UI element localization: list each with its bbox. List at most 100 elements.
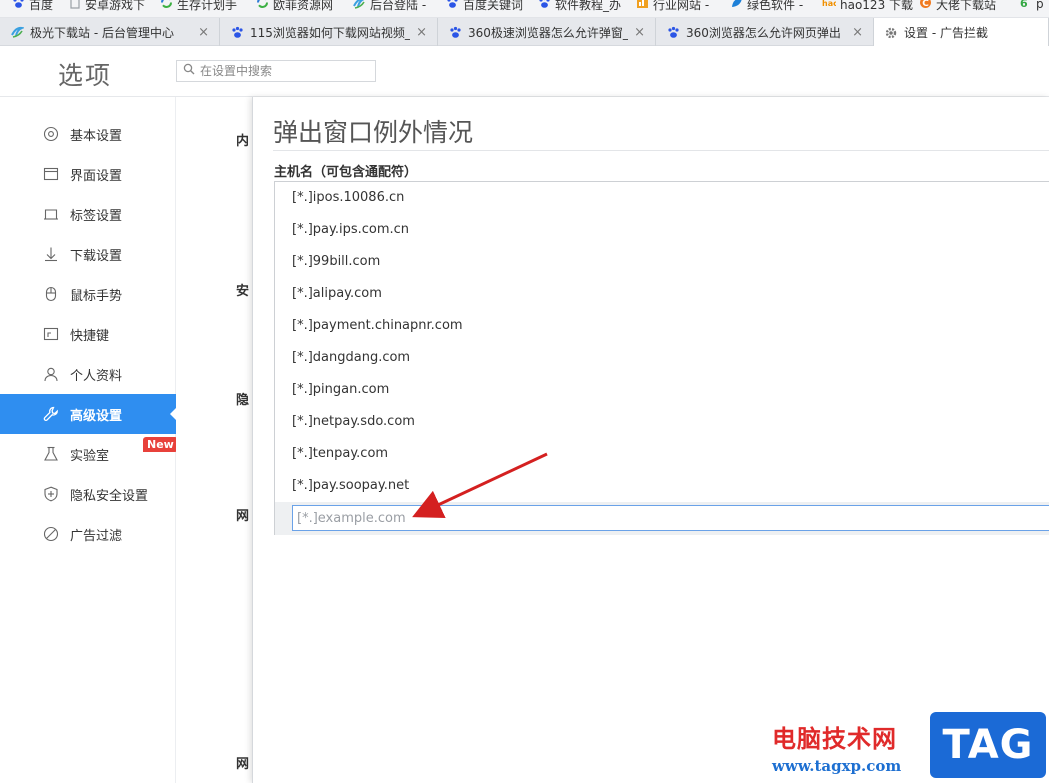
bookmark-label: 百度关键词 bbox=[463, 0, 524, 12]
hostname-list-item[interactable]: [*.]dangdang.com bbox=[292, 342, 410, 374]
bookmark-item[interactable]: 软件教程_办 bbox=[538, 0, 621, 14]
sidebar-item-label: 界面设置 bbox=[70, 168, 123, 184]
hostname-list-item[interactable]: [*.]tenpay.com bbox=[292, 438, 388, 470]
mouse-icon bbox=[42, 285, 60, 303]
tab-title: 设置 - 广告拦截 bbox=[904, 26, 988, 40]
sync-icon bbox=[256, 0, 269, 12]
tab-close-icon[interactable]: × bbox=[198, 25, 209, 40]
sidebar-item-label: 个人资料 bbox=[70, 368, 123, 384]
paw-icon bbox=[448, 25, 462, 39]
popup-exceptions-dialog: 弹出窗口例外情况 主机名（可包含通配符） [*.]ipos.10086.cn[*… bbox=[252, 97, 1049, 783]
bookmark-item[interactable]: 生存计划手 bbox=[160, 0, 237, 14]
hao-icon: hao bbox=[822, 0, 839, 12]
paw-icon bbox=[666, 25, 680, 39]
page-title: 选项 bbox=[58, 61, 113, 90]
bookmark-item[interactable]: 绿色软件 - bbox=[730, 0, 803, 14]
gear-circle-icon bbox=[42, 125, 60, 143]
download-arrow-icon bbox=[42, 245, 60, 263]
sidebar-item-label: 隐私安全设置 bbox=[70, 488, 149, 504]
dialog-title: 弹出窗口例外情况 bbox=[273, 118, 474, 147]
new-exception-row bbox=[275, 502, 1049, 535]
annotation-arrow bbox=[412, 452, 548, 518]
search-input[interactable] bbox=[200, 64, 370, 78]
hostname-list-item[interactable]: [*.]ipos.10086.cn bbox=[292, 182, 404, 214]
sidebar-item-label: 实验室 bbox=[70, 448, 110, 464]
sidebar-item[interactable]: 基本设置 bbox=[0, 114, 176, 154]
hostname-list-item[interactable]: [*.]pay.ips.com.cn bbox=[292, 214, 409, 246]
sidebar-item[interactable]: 标签设置 bbox=[0, 194, 176, 234]
hostname-list-item[interactable]: [*.]payment.chinapnr.com bbox=[292, 310, 463, 342]
bookmark-item[interactable]: 行业网站 - bbox=[636, 0, 709, 14]
sidebar-item-label: 快捷键 bbox=[70, 328, 110, 344]
paw-icon bbox=[538, 0, 551, 12]
bookmark-item[interactable]: 欧菲资源网 bbox=[256, 0, 333, 14]
sidebar: 基本设置界面设置标签设置下载设置 鼠标手势快捷键个人资料高级设置实验室 New 隐私安… bbox=[0, 97, 178, 783]
no-entry-icon bbox=[42, 525, 60, 543]
shield-plus-icon bbox=[42, 485, 60, 503]
browser-tab[interactable]: 115浏览器如何下载网站视频_ × bbox=[220, 18, 438, 46]
sidebar-item[interactable]: 下载设置 bbox=[0, 234, 176, 274]
bookmark-label: 百度 bbox=[29, 0, 54, 12]
page-icon bbox=[68, 0, 81, 12]
exceptions-list: [*.]ipos.10086.cn[*.]pay.ips.com.cn[*.]9… bbox=[274, 181, 1049, 535]
browser-tab[interactable]: 360极速浏览器怎么允许弹窗_ × bbox=[438, 18, 656, 46]
tab-strip: 极光下载站 - 后台管理中心 × 115浏览器如何下载网站视频_ × 360极速浏览器怎… bbox=[0, 18, 1049, 47]
bookmark-label: hao123 下载 bbox=[840, 0, 914, 12]
sidebar-item[interactable]: 隐私安全设置 bbox=[0, 474, 176, 514]
tab-title: 极光下载站 - 后台管理中心 bbox=[30, 25, 174, 40]
bookmark-item[interactable]: hao hao123 下载 bbox=[822, 0, 913, 14]
section-label: 隐 bbox=[236, 393, 250, 408]
wrench-icon bbox=[42, 405, 60, 423]
sidebar-item[interactable]: 快捷键 bbox=[0, 314, 176, 354]
paw-icon bbox=[12, 0, 25, 12]
tab-close-icon[interactable]: × bbox=[416, 25, 427, 40]
watermark-text: 电脑技术网 bbox=[772, 725, 897, 753]
svg-text:6: 6 bbox=[1020, 0, 1028, 9]
sidebar-item[interactable]: 广告过滤 bbox=[0, 514, 176, 554]
tab-close-icon[interactable]: × bbox=[634, 25, 645, 40]
bookmark-item[interactable]: C 大佬下载站 bbox=[919, 0, 996, 14]
hostname-list-item[interactable]: [*.]99bill.com bbox=[292, 246, 380, 278]
tab-close-icon[interactable]: × bbox=[852, 25, 863, 40]
sidebar-item-label: 基本设置 bbox=[70, 128, 123, 144]
bookmark-label: 安卓游戏下 bbox=[85, 0, 146, 12]
bookmark-label: 大佬下载站 bbox=[936, 0, 997, 12]
swirl-icon bbox=[10, 25, 24, 39]
bookmark-label: 生存计划手 bbox=[177, 0, 238, 12]
shortcut-icon bbox=[42, 325, 60, 343]
settings-search[interactable] bbox=[176, 60, 376, 82]
search-icon bbox=[183, 63, 195, 79]
bookmark-item[interactable]: 后台登陆 - bbox=[352, 0, 426, 14]
tab-icon bbox=[42, 205, 60, 223]
hostname-list-item[interactable]: [*.]alipay.com bbox=[292, 278, 382, 310]
browser-tab[interactable]: 设置 - 广告拦截 bbox=[874, 18, 1049, 47]
sidebar-item[interactable]: 高级设置 bbox=[0, 394, 176, 434]
hostname-list-item[interactable]: [*.]pay.soopay.net bbox=[292, 470, 409, 502]
bookmark-item[interactable]: 安卓游戏下 bbox=[68, 0, 145, 14]
browser-tab[interactable]: 极光下载站 - 后台管理中心 × bbox=[0, 18, 220, 46]
bookmarks-bar: 百度 安卓游戏下 生存计划手 欧菲资源网 后台登陆 - 百度关键词 软件教程_办 行业网站 -… bbox=[0, 0, 1049, 18]
sidebar-item[interactable]: 鼠标手势 bbox=[0, 274, 176, 314]
browser-tab[interactable]: 360浏览器怎么允许网页弹出 × bbox=[656, 18, 874, 46]
tab-title: 115浏览器如何下载网站视频_ bbox=[250, 25, 411, 40]
sidebar-item[interactable]: 个人资料 bbox=[0, 354, 176, 394]
bookmark-item[interactable]: 6p bbox=[1019, 0, 1044, 14]
sidebar-item[interactable]: 界面设置 bbox=[0, 154, 176, 194]
sidebar-item-label: 广告过滤 bbox=[70, 528, 123, 544]
new-badge: New bbox=[143, 437, 178, 452]
paw-icon bbox=[446, 0, 459, 12]
svg-text:hao: hao bbox=[822, 0, 836, 8]
bookmark-item[interactable]: 百度 bbox=[12, 0, 53, 14]
watermark-logo: TAG bbox=[930, 712, 1046, 778]
sidebar-item-label: 标签设置 bbox=[70, 208, 123, 224]
bookmark-item[interactable]: 百度关键词 bbox=[446, 0, 523, 14]
tab-title: 360浏览器怎么允许网页弹出 bbox=[686, 25, 841, 40]
bookmark-label: 绿色软件 - bbox=[747, 0, 804, 12]
hostname-list-item[interactable]: [*.]pingan.com bbox=[292, 374, 389, 406]
sidebar-item[interactable]: 实验室 New bbox=[0, 434, 178, 474]
settings-header: 选项 bbox=[0, 46, 1049, 97]
sync-icon bbox=[160, 0, 173, 12]
paw-icon bbox=[230, 25, 244, 39]
c-icon: C bbox=[919, 0, 932, 12]
hostname-list-item[interactable]: [*.]netpay.sdo.com bbox=[292, 406, 415, 438]
